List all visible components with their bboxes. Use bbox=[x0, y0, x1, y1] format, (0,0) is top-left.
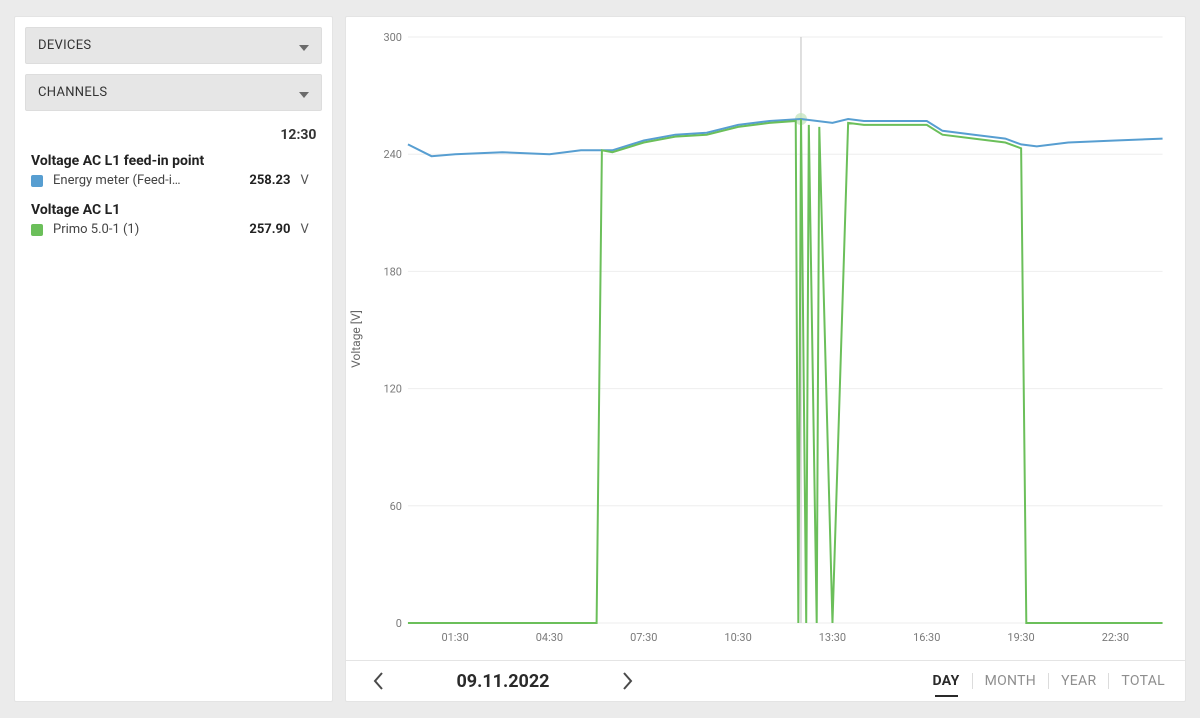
selected-date: 09.11.2022 bbox=[420, 671, 585, 692]
range-month[interactable]: MONTH bbox=[973, 667, 1048, 695]
svg-text:10:30: 10:30 bbox=[725, 631, 752, 644]
svg-text:04:30: 04:30 bbox=[536, 631, 563, 644]
svg-text:13:30: 13:30 bbox=[819, 631, 846, 644]
footer: 09.11.2022 DAY MONTH YEAR TOTAL bbox=[346, 660, 1185, 701]
main-card: Voltage [V] 0 60 120 180 240 300 01:30 04:30 07:… bbox=[345, 16, 1186, 702]
series-name: Energy meter (Feed-i… bbox=[53, 173, 216, 188]
selected-time: 12:30 bbox=[25, 127, 322, 143]
devices-collapse[interactable]: DEVICES bbox=[25, 27, 322, 64]
caret-down-icon bbox=[299, 36, 309, 55]
y-axis-label: Voltage [V] bbox=[349, 310, 363, 368]
svg-text:22:30: 22:30 bbox=[1102, 631, 1129, 644]
series-swatch bbox=[31, 175, 43, 187]
range-tabs: DAY MONTH YEAR TOTAL bbox=[921, 667, 1177, 695]
series-unit: V bbox=[300, 222, 316, 237]
devices-label: DEVICES bbox=[38, 38, 91, 53]
series-row: Energy meter (Feed-i… 258.23 V bbox=[31, 173, 316, 188]
svg-text:300: 300 bbox=[384, 31, 402, 44]
svg-text:120: 120 bbox=[384, 383, 402, 396]
series-name: Primo 5.0-1 (1) bbox=[53, 222, 216, 237]
next-date-button[interactable] bbox=[614, 667, 642, 695]
chevron-left-icon bbox=[373, 672, 384, 690]
series-unit: V bbox=[300, 173, 316, 188]
channels-label: CHANNELS bbox=[38, 85, 107, 100]
group-feed-in: Voltage AC L1 feed-in point Energy meter… bbox=[25, 153, 322, 188]
svg-text:60: 60 bbox=[390, 500, 402, 513]
svg-text:01:30: 01:30 bbox=[442, 631, 469, 644]
range-day[interactable]: DAY bbox=[921, 667, 972, 695]
channels-collapse[interactable]: CHANNELS bbox=[25, 74, 322, 111]
svg-text:07:30: 07:30 bbox=[631, 631, 658, 644]
series-value: 257.90 bbox=[226, 222, 290, 237]
sidebar: DEVICES CHANNELS 12:30 Voltage AC L1 fee… bbox=[14, 16, 333, 702]
svg-text:19:30: 19:30 bbox=[1008, 631, 1035, 644]
prev-date-button[interactable] bbox=[364, 667, 392, 695]
range-year[interactable]: YEAR bbox=[1049, 667, 1108, 695]
svg-text:16:30: 16:30 bbox=[914, 631, 941, 644]
series-swatch bbox=[31, 224, 43, 236]
date-nav: 09.11.2022 bbox=[356, 667, 641, 695]
series-row: Primo 5.0-1 (1) 257.90 V bbox=[31, 222, 316, 237]
svg-text:180: 180 bbox=[384, 265, 402, 278]
group-l1: Voltage AC L1 Primo 5.0-1 (1) 257.90 V bbox=[25, 202, 322, 237]
chevron-right-icon bbox=[622, 672, 633, 690]
range-total[interactable]: TOTAL bbox=[1109, 667, 1177, 695]
series-value: 258.23 bbox=[226, 173, 290, 188]
group-title: Voltage AC L1 bbox=[31, 202, 316, 218]
chart-wrap: Voltage [V] 0 60 120 180 240 300 01:30 04:30 07:… bbox=[346, 17, 1185, 660]
caret-down-icon bbox=[299, 83, 309, 102]
svg-text:0: 0 bbox=[396, 617, 402, 630]
svg-text:240: 240 bbox=[384, 148, 402, 161]
group-title: Voltage AC L1 feed-in point bbox=[31, 153, 316, 169]
chart[interactable]: 0 60 120 180 240 300 01:30 04:30 07:30 10:30 13:30… bbox=[380, 31, 1169, 649]
